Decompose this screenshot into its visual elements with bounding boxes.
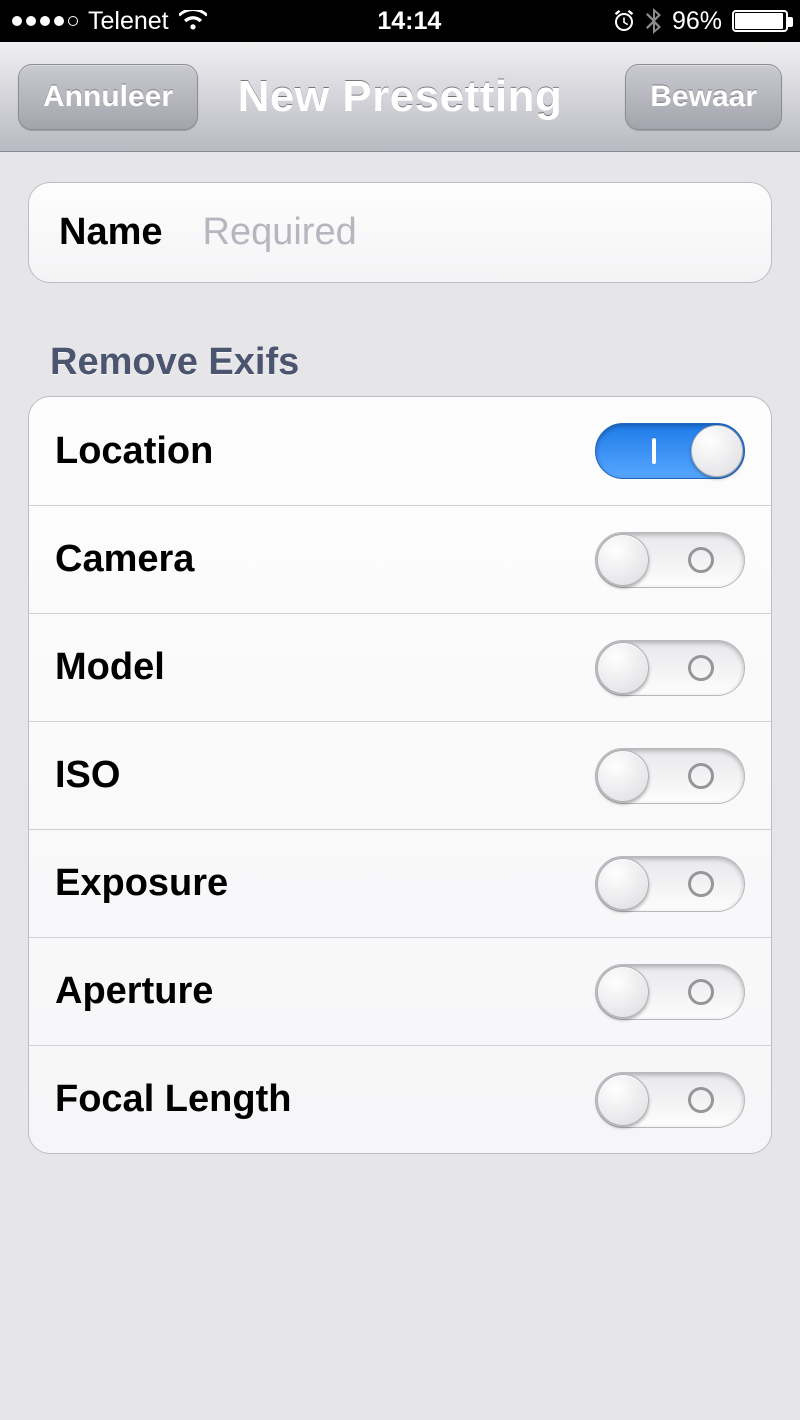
name-field-label: Name [59,211,163,254]
status-time: 14:14 [377,7,441,36]
row-aperture: Aperture [29,937,771,1045]
row-model: Model [29,613,771,721]
toggle-model[interactable] [595,640,745,696]
save-button[interactable]: Bewaar [625,64,782,130]
status-bar: Telenet 14:14 96% [0,0,800,42]
battery-percentage: 96% [672,7,722,36]
navigation-bar: Annuleer New Presetting Bewaar [0,42,800,152]
row-label-location: Location [55,430,213,473]
row-camera: Camera [29,505,771,613]
row-label-focal-length: Focal Length [55,1078,291,1121]
toggle-focal-length[interactable] [595,1072,745,1128]
row-iso: ISO [29,721,771,829]
row-label-model: Model [55,646,165,689]
toggle-exposure[interactable] [595,856,745,912]
name-input[interactable] [203,211,742,254]
save-button-label: Bewaar [650,80,757,114]
wifi-icon [179,10,207,32]
cancel-button-label: Annuleer [43,80,173,114]
toggle-aperture[interactable] [595,964,745,1020]
signal-strength-icon [12,16,78,26]
toggle-iso[interactable] [595,748,745,804]
bluetooth-icon [646,8,662,34]
row-label-aperture: Aperture [55,970,213,1013]
alarm-icon [612,9,636,33]
battery-icon [732,10,788,32]
cancel-button[interactable]: Annuleer [18,64,198,130]
row-label-exposure: Exposure [55,862,228,905]
toggle-location[interactable] [595,423,745,479]
toggle-camera[interactable] [595,532,745,588]
row-label-camera: Camera [55,538,194,581]
carrier-label: Telenet [88,7,169,36]
name-field-group: Name [28,182,772,283]
row-exposure: Exposure [29,829,771,937]
row-location: Location [29,397,771,505]
row-label-iso: ISO [55,754,120,797]
remove-exifs-header: Remove Exifs [50,341,772,384]
remove-exifs-group: Location Camera Model ISO Exposure [28,396,772,1154]
row-focal-length: Focal Length [29,1045,771,1153]
